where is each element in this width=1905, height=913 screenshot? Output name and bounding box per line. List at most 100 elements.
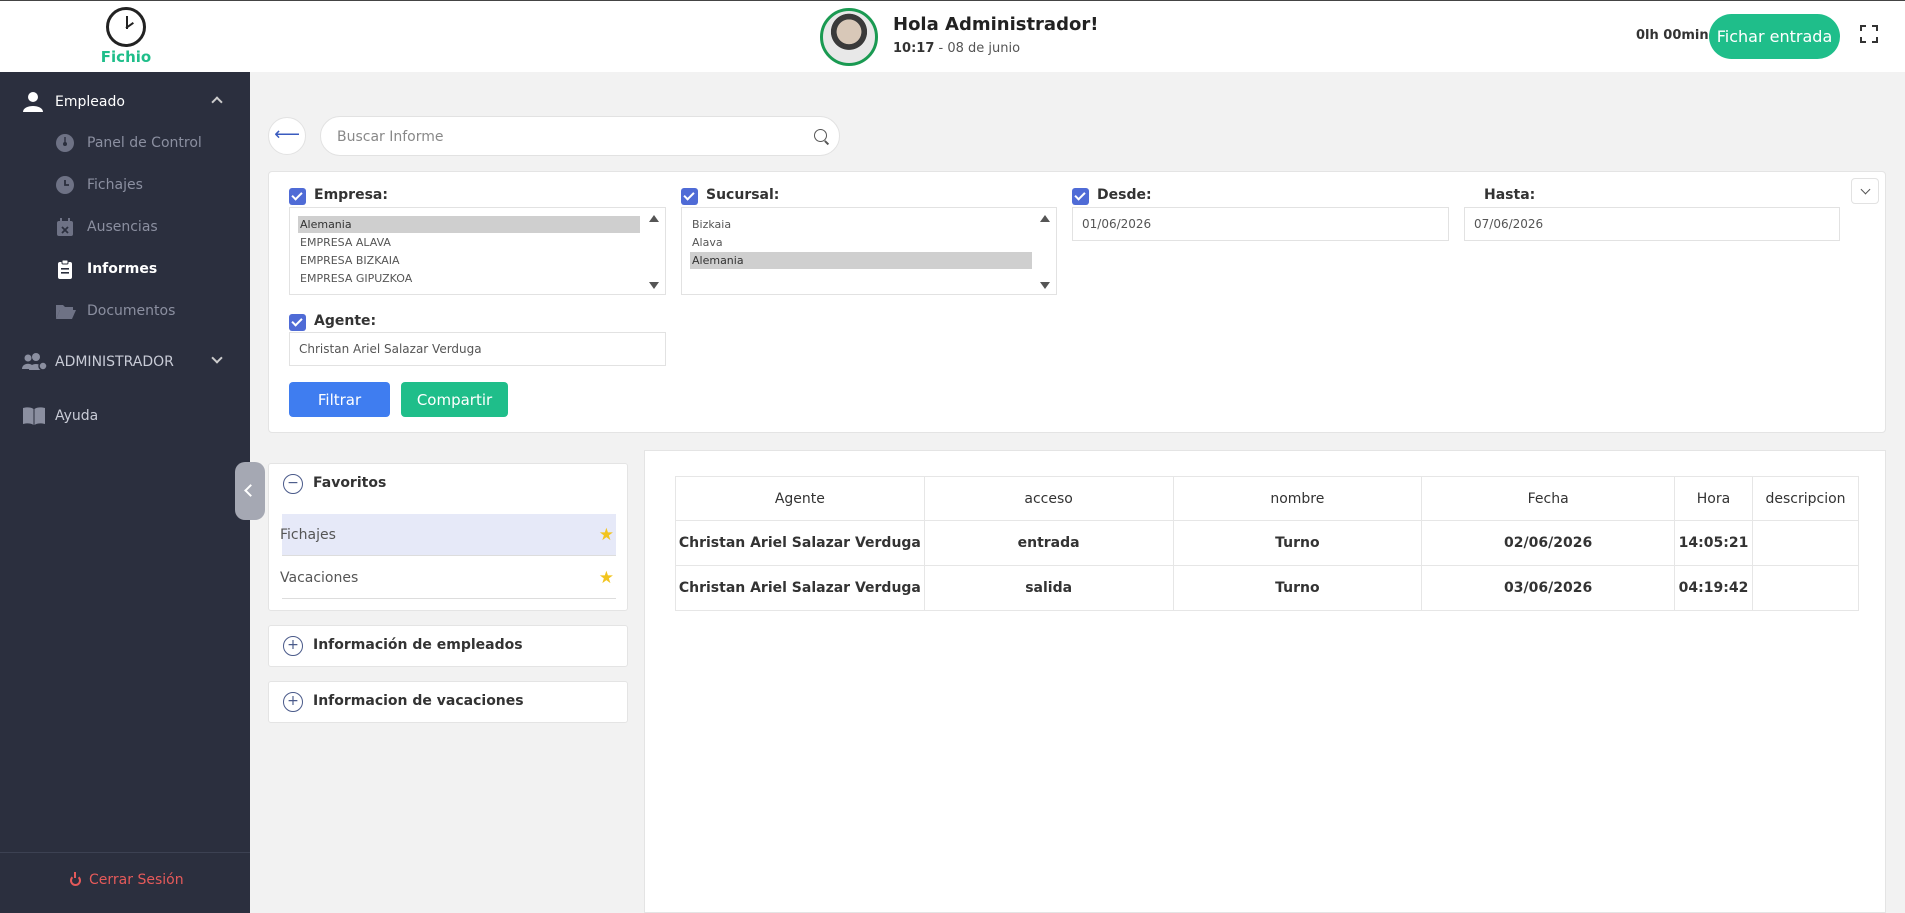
arrow-left-icon: ⟵ (274, 124, 300, 145)
favorites-panel: − Favoritos Fichajes ★ Vacaciones ★ (268, 463, 628, 611)
table-cell (1752, 565, 1859, 611)
sucursal-select[interactable]: Bizkaia Alava Alemania (681, 207, 1057, 295)
table-row: Christan Ariel Salazar Verduga entrada T… (675, 520, 1859, 566)
column-header[interactable]: acceso (923, 476, 1174, 521)
logout-link[interactable]: Cerrar Sesión (70, 871, 184, 888)
chevron-down-icon[interactable] (1851, 178, 1879, 204)
table-cell: Turno (1172, 565, 1423, 611)
sucursal-option[interactable]: Bizkaia (690, 216, 1032, 233)
hasta-label: Hasta: (1484, 187, 1536, 203)
plus-circle-icon: + (283, 636, 303, 656)
dashboard-icon (55, 133, 75, 153)
clipboard-icon (55, 259, 75, 279)
accordion-title: Informacion de vacaciones (313, 693, 524, 709)
sucursal-checkbox[interactable] (681, 188, 698, 205)
results-panel: Agente acceso nombre Fecha Hora descripc… (644, 450, 1886, 913)
chevron-up-icon[interactable] (211, 96, 223, 108)
hasta-date-input[interactable]: 07/06/2026 (1464, 207, 1840, 241)
back-button[interactable]: ⟵ (268, 117, 306, 155)
empresa-option[interactable]: EMPRESA BIZKAIA (298, 252, 640, 269)
agente-label: Agente: (314, 313, 377, 329)
sidebar-section-ayuda[interactable]: Ayuda (22, 406, 98, 426)
favorites-title[interactable]: Favoritos (313, 475, 386, 491)
column-header[interactable]: descripcion (1752, 476, 1859, 521)
star-icon[interactable]: ★ (599, 568, 614, 588)
desde-date-input[interactable]: 01/06/2026 (1072, 207, 1449, 241)
desde-checkbox[interactable] (1072, 188, 1089, 205)
table-cell (1752, 520, 1859, 566)
logo-text: Fichio (100, 48, 152, 66)
favorite-label: Vacaciones (280, 570, 359, 586)
table-cell: Turno (1172, 520, 1423, 566)
accordion-informacion-empleados[interactable]: + Información de empleados (268, 625, 628, 667)
worked-time: 0lh 00min (1636, 28, 1709, 43)
current-time: 10:17 (893, 41, 935, 56)
users-cog-icon (22, 352, 48, 372)
empresa-option[interactable]: EMPRESA ALAVA (298, 234, 640, 251)
top-header: Fichio Hola Administrador! 10:17 - 08 de… (0, 0, 1905, 72)
folder-open-icon (55, 301, 76, 321)
sidebar-section-label: ADMINISTRADOR (55, 354, 174, 370)
sidebar-item-label: Fichajes (87, 177, 143, 193)
greeting-datetime: 10:17 - 08 de junio (893, 41, 1020, 56)
sidebar-divider (0, 852, 250, 853)
table-cell: 04:19:42 (1674, 565, 1753, 611)
table-cell: 14:05:21 (1674, 520, 1753, 566)
sucursal-option[interactable]: Alava (690, 234, 1032, 251)
logout-label: Cerrar Sesión (89, 872, 184, 888)
share-button[interactable]: Compartir (401, 382, 508, 417)
favorite-item-fichajes[interactable]: Fichajes ★ (280, 514, 616, 556)
book-icon (22, 406, 46, 426)
sidebar-item-ausencias[interactable]: Ausencias (55, 217, 158, 237)
plus-circle-icon: + (283, 692, 303, 712)
fichio-logo[interactable]: Fichio (100, 7, 152, 66)
sidebar-section-administrador[interactable]: ADMINISTRADOR (22, 352, 174, 372)
empresa-checkbox[interactable] (289, 188, 306, 205)
star-icon[interactable]: ★ (599, 525, 614, 545)
table-cell: salida (923, 565, 1174, 611)
agente-input[interactable]: Christan Ariel Salazar Verduga (289, 332, 666, 366)
accordion-title: Información de empleados (313, 637, 523, 653)
filter-button[interactable]: Filtrar (289, 382, 390, 417)
empresa-option[interactable]: Alemania (298, 216, 640, 233)
column-header[interactable]: nombre (1172, 476, 1423, 521)
sidebar-collapse-toggle[interactable] (235, 462, 265, 520)
table-row: Christan Ariel Salazar Verduga salida Tu… (675, 565, 1859, 611)
minus-circle-icon[interactable]: − (283, 474, 303, 494)
sidebar-item-panel-de-control[interactable]: Panel de Control (55, 133, 202, 153)
sidebar-item-fichajes[interactable]: Fichajes (55, 175, 143, 195)
sucursal-option[interactable]: Alemania (690, 252, 1032, 269)
scroll-up-icon[interactable] (649, 215, 659, 222)
clock-icon (55, 175, 75, 195)
agente-checkbox[interactable] (289, 314, 306, 331)
table-cell: 03/06/2026 (1421, 565, 1676, 611)
column-header[interactable]: Hora (1674, 476, 1753, 521)
favorite-item-vacaciones[interactable]: Vacaciones ★ (280, 557, 616, 599)
sidebar-section-empleado[interactable]: Empleado (22, 92, 125, 112)
fullscreen-icon[interactable] (1860, 25, 1878, 43)
avatar[interactable] (820, 8, 878, 66)
scroll-up-icon[interactable] (1040, 215, 1050, 222)
table-cell: Christan Ariel Salazar Verduga (675, 520, 925, 566)
chevron-down-icon[interactable] (211, 352, 223, 364)
accordion-informacion-vacaciones[interactable]: + Informacion de vacaciones (268, 681, 628, 723)
empresa-select[interactable]: Alemania EMPRESA ALAVA EMPRESA BIZKAIA E… (289, 207, 666, 295)
results-table: Agente acceso nombre Fecha Hora descripc… (675, 476, 1859, 611)
search-icon[interactable] (814, 129, 827, 142)
column-header[interactable]: Agente (675, 476, 925, 521)
search-input[interactable] (337, 127, 777, 147)
table-cell: Christan Ariel Salazar Verduga (675, 565, 925, 611)
empresa-label: Empresa: (314, 187, 388, 203)
sidebar-section-label: Empleado (55, 94, 125, 110)
column-header[interactable]: Fecha (1421, 476, 1676, 521)
scroll-down-icon[interactable] (649, 282, 659, 289)
sidebar-section-label: Ayuda (55, 408, 99, 424)
clock-in-button[interactable]: Fichar entrada (1709, 14, 1840, 59)
scroll-down-icon[interactable] (1040, 282, 1050, 289)
empresa-option[interactable]: EMPRESA GIPUZKOA (298, 270, 640, 287)
greeting-title: Hola Administrador! (893, 14, 1099, 35)
sidebar-item-documentos[interactable]: Documentos (55, 301, 175, 321)
power-icon (70, 871, 81, 886)
sidebar-item-informes[interactable]: Informes (55, 259, 157, 279)
table-cell: entrada (923, 520, 1174, 566)
